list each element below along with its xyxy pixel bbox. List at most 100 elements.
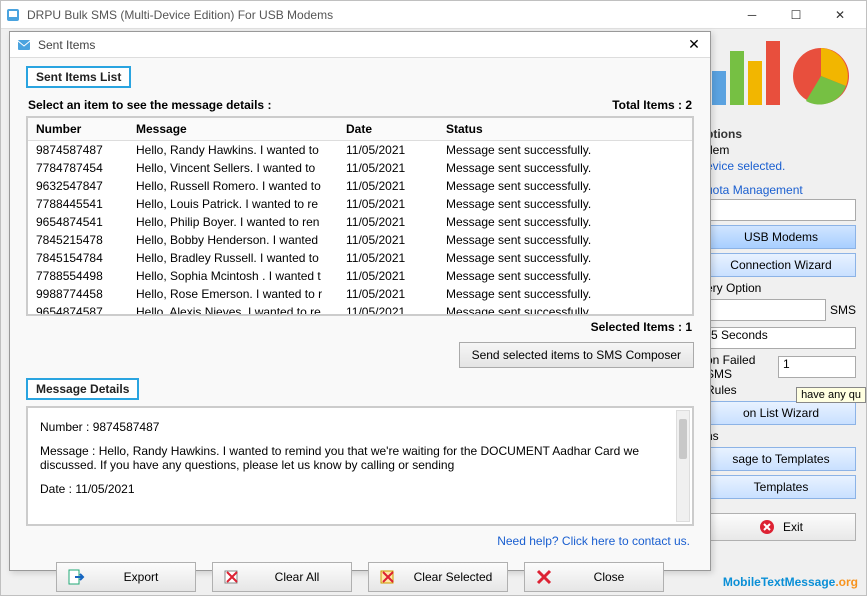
total-items: Total Items : 2 xyxy=(612,98,692,112)
templates-button[interactable]: Templates xyxy=(706,475,856,499)
details-textarea[interactable]: Number : 9874587487 Message : Hello, Ran… xyxy=(26,406,694,526)
cell-status: Message sent successfully. xyxy=(438,195,692,213)
cell-status: Message sent successfully. xyxy=(438,249,692,267)
clear-all-button[interactable]: Clear All xyxy=(212,562,352,592)
cell-status: Message sent successfully. xyxy=(438,159,692,177)
cell-date: 11/05/2021 xyxy=(338,177,438,195)
cell-number: 9654874587 xyxy=(28,303,128,316)
detail-date-label: Date : xyxy=(40,482,72,496)
ns-label: ns xyxy=(706,429,856,443)
cell-status: Message sent successfully. xyxy=(438,213,692,231)
minimize-button[interactable]: ─ xyxy=(730,2,774,28)
col-message[interactable]: Message xyxy=(128,118,338,141)
export-button[interactable]: Export xyxy=(56,562,196,592)
cell-date: 11/05/2021 xyxy=(338,213,438,231)
cell-status: Message sent successfully. xyxy=(438,267,692,285)
quota-link[interactable]: uota Management xyxy=(706,183,856,197)
exit-label: Exit xyxy=(783,520,803,534)
table-row[interactable]: 9654874587Hello, Alexis Nieves. I wanted… xyxy=(28,303,692,316)
watermark-suffix: .org xyxy=(835,575,858,589)
right-panel: ptions dem evice selected. uota Manageme… xyxy=(706,121,856,541)
maximize-button[interactable]: ☐ xyxy=(774,2,818,28)
detail-number-value: 9874587487 xyxy=(93,420,160,434)
cell-number: 7788445541 xyxy=(28,195,128,213)
connection-wizard-button[interactable]: Connection Wizard xyxy=(706,253,856,277)
list-wizard-button[interactable]: on List Wizard xyxy=(706,401,856,425)
cell-number: 7784787454 xyxy=(28,159,128,177)
details-group-label: Message Details xyxy=(26,378,139,400)
table-row[interactable]: 9632547847Hello, Russell Romero. I wante… xyxy=(28,177,692,195)
device-selected-link[interactable]: evice selected. xyxy=(706,159,856,173)
dialog-close-button[interactable]: ✕ xyxy=(684,36,704,53)
table-row[interactable]: 7788554498Hello, Sophia Mcintosh . I wan… xyxy=(28,267,692,285)
close-button[interactable]: Close xyxy=(524,562,664,592)
export-label: Export xyxy=(97,570,185,584)
table-row[interactable]: 9874587487Hello, Randy Hawkins. I wanted… xyxy=(28,141,692,160)
watermark: MobileTextMessage.org xyxy=(723,570,858,591)
cell-date: 11/05/2021 xyxy=(338,231,438,249)
to-templates-button[interactable]: sage to Templates xyxy=(706,447,856,471)
exit-button[interactable]: Exit xyxy=(706,513,856,541)
table-row[interactable]: 9654874541Hello, Philip Boyer. I wanted … xyxy=(28,213,692,231)
cell-date: 11/05/2021 xyxy=(338,285,438,303)
cell-number: 7845154784 xyxy=(28,249,128,267)
cell-date: 11/05/2021 xyxy=(338,249,438,267)
send-to-composer-button[interactable]: Send selected items to SMS Composer xyxy=(459,342,694,368)
dialog-titlebar: Sent Items ✕ xyxy=(10,32,710,58)
cell-number: 9874587487 xyxy=(28,141,128,160)
quota-dropdown[interactable] xyxy=(706,199,856,221)
col-date[interactable]: Date xyxy=(338,118,438,141)
cell-number: 7845215478 xyxy=(28,231,128,249)
main-titlebar: DRPU Bulk SMS (Multi-Device Edition) For… xyxy=(1,1,866,29)
table-row[interactable]: 9988774458Hello, Rose Emerson. I wanted … xyxy=(28,285,692,303)
list-group-label: Sent Items List xyxy=(26,66,131,88)
detail-date-value: 11/05/2021 xyxy=(75,482,134,496)
seconds-dropdown[interactable]: 5 Seconds xyxy=(706,327,856,349)
app-icon xyxy=(5,7,21,23)
close-label: Close xyxy=(565,570,653,584)
cell-message: Hello, Rose Emerson. I wanted to r xyxy=(128,285,338,303)
close-main-button[interactable]: ✕ xyxy=(818,2,862,28)
cell-message: Hello, Russell Romero. I wanted to xyxy=(128,177,338,195)
sent-items-dialog: Sent Items ✕ Sent Items List Select an i… xyxy=(9,31,711,571)
detail-message-value: Hello, Randy Hawkins. I wanted to remind… xyxy=(40,444,639,472)
cell-status: Message sent successfully. xyxy=(438,141,692,160)
usb-modems-button[interactable]: USB Modems xyxy=(706,225,856,249)
failed-dropdown[interactable]: 1 xyxy=(778,356,856,378)
col-status[interactable]: Status xyxy=(438,118,692,141)
table-row[interactable]: 7845215478Hello, Bobby Henderson. I want… xyxy=(28,231,692,249)
cell-status: Message sent successfully. xyxy=(438,285,692,303)
cell-message: Hello, Philip Boyer. I wanted to ren xyxy=(128,213,338,231)
exit-icon xyxy=(759,519,775,535)
cell-status: Message sent successfully. xyxy=(438,177,692,195)
close-icon xyxy=(535,568,553,586)
cell-date: 11/05/2021 xyxy=(338,141,438,160)
sms-suffix: SMS xyxy=(830,303,856,317)
sms-count-dropdown[interactable] xyxy=(706,299,826,321)
table-row[interactable]: 7845154784Hello, Bradley Russell. I want… xyxy=(28,249,692,267)
clear-all-label: Clear All xyxy=(253,570,341,584)
cell-status: Message sent successfully. xyxy=(438,231,692,249)
clear-selected-button[interactable]: Clear Selected xyxy=(368,562,508,592)
select-prompt: Select an item to see the message detail… xyxy=(28,98,271,112)
clear-selected-icon xyxy=(379,568,397,586)
modem-label: dem xyxy=(706,143,856,157)
clear-selected-label: Clear Selected xyxy=(409,570,497,584)
col-number[interactable]: Number xyxy=(28,118,128,141)
table-row[interactable]: 7784787454Hello, Vincent Sellers. I want… xyxy=(28,159,692,177)
watermark-main: MobileTextMessage xyxy=(723,575,835,589)
selected-items: Selected Items : 1 xyxy=(28,320,692,334)
delay-option-label: ery Option xyxy=(706,281,856,295)
details-scrollbar[interactable] xyxy=(676,410,690,522)
failed-label: on Failed SMS xyxy=(706,353,774,381)
cell-message: Hello, Randy Hawkins. I wanted to xyxy=(128,141,338,160)
cell-message: Hello, Alexis Nieves. I wanted to re xyxy=(128,303,338,316)
dialog-title: Sent Items xyxy=(38,38,684,52)
cell-date: 11/05/2021 xyxy=(338,195,438,213)
clear-all-icon xyxy=(223,568,241,586)
cell-message: Hello, Bradley Russell. I wanted to xyxy=(128,249,338,267)
help-link[interactable]: Need help? Click here to contact us. xyxy=(30,534,690,548)
table-row[interactable]: 7788445541Hello, Louis Patrick. I wanted… xyxy=(28,195,692,213)
items-table[interactable]: Number Message Date Status 9874587487Hel… xyxy=(26,116,694,316)
export-icon xyxy=(67,568,85,586)
